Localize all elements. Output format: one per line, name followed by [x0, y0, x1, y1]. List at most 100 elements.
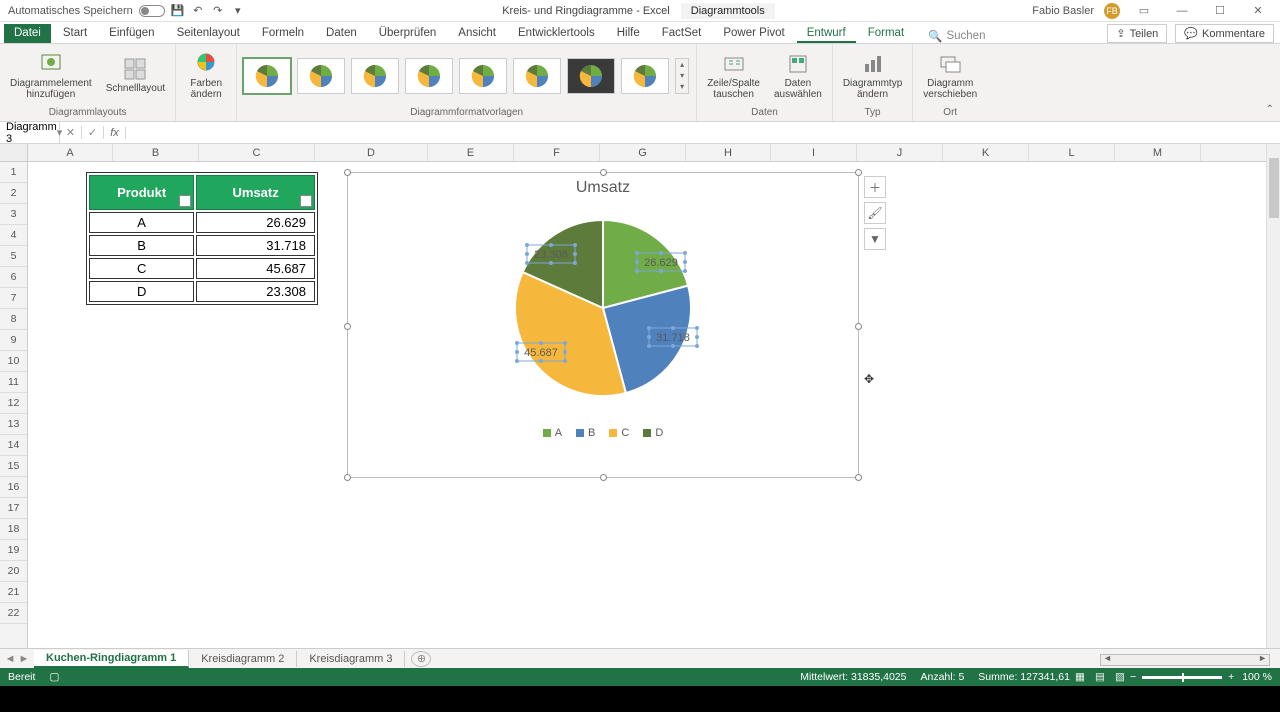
row-header[interactable]: 12 — [0, 393, 27, 414]
comments-button[interactable]: 💬 Kommentare — [1175, 24, 1274, 43]
resize-handle[interactable] — [344, 474, 351, 481]
chart-title[interactable]: Umsatz — [348, 173, 858, 197]
select-data-button[interactable]: Daten auswählen — [770, 50, 826, 102]
zoom-slider[interactable] — [1142, 676, 1222, 679]
row-header[interactable]: 22 — [0, 603, 27, 624]
resize-handle[interactable] — [344, 323, 351, 330]
chart-filter-button[interactable]: ▼ — [864, 228, 886, 250]
change-chart-type-button[interactable]: Diagrammtyp ändern — [839, 50, 906, 102]
data-label[interactable]: 45.687 — [524, 347, 558, 359]
column-header[interactable]: J — [857, 144, 943, 161]
row-header[interactable]: 18 — [0, 519, 27, 540]
sheet-tab[interactable]: Kreisdiagramm 2 — [189, 651, 297, 667]
name-box[interactable]: Diagramm 3▾ — [0, 121, 60, 145]
add-chart-element-button[interactable]: Diagrammelement hinzufügen — [6, 50, 96, 102]
sheet-tab[interactable]: Kuchen-Ringdiagramm 1 — [34, 650, 189, 668]
user-avatar[interactable]: FB — [1104, 3, 1120, 19]
chart-style-thumb[interactable] — [297, 58, 345, 94]
data-label[interactable]: 31.718 — [656, 332, 690, 344]
column-header[interactable]: C — [199, 144, 315, 161]
row-header[interactable]: 10 — [0, 351, 27, 372]
filter-icon[interactable]: ▾ — [179, 195, 191, 207]
chart-style-thumb[interactable] — [567, 58, 615, 94]
row-header[interactable]: 3 — [0, 204, 27, 225]
table-header-umsatz[interactable]: Umsatz ▾ — [196, 175, 315, 210]
chart-styles-button[interactable]: 🖌 — [864, 202, 886, 224]
chart-legend[interactable]: A B C D — [348, 427, 858, 439]
resize-handle[interactable] — [855, 323, 862, 330]
style-gallery-more[interactable]: ▴▾▾ — [675, 58, 689, 94]
column-header[interactable]: A — [28, 144, 113, 161]
autosave-toggle[interactable] — [139, 5, 165, 17]
column-header[interactable]: E — [428, 144, 514, 161]
row-header[interactable]: 19 — [0, 540, 27, 561]
row-header[interactable]: 1 — [0, 162, 27, 183]
resize-handle[interactable] — [600, 169, 607, 176]
normal-view-icon[interactable]: ▦ — [1070, 671, 1090, 683]
quick-layout-button[interactable]: Schnelllayout — [102, 55, 169, 96]
row-header[interactable]: 15 — [0, 456, 27, 477]
tab-entwicklertools[interactable]: Entwicklertools — [508, 24, 605, 43]
qat-dropdown-icon[interactable]: ▾ — [231, 4, 245, 18]
close-icon[interactable]: ✕ — [1244, 4, 1272, 17]
collapse-ribbon-icon[interactable]: ⌃ — [1266, 104, 1274, 115]
fx-icon[interactable]: fx — [104, 127, 126, 139]
resize-handle[interactable] — [344, 169, 351, 176]
enter-formula-icon[interactable]: ✓ — [82, 126, 104, 139]
column-header[interactable]: L — [1029, 144, 1115, 161]
data-label[interactable]: 23.308 — [534, 249, 568, 261]
row-header[interactable]: 16 — [0, 477, 27, 498]
tab-file[interactable]: Datei — [4, 24, 51, 43]
chart-style-thumb[interactable] — [351, 58, 399, 94]
column-header[interactable]: F — [514, 144, 600, 161]
filter-icon[interactable]: ▾ — [300, 195, 312, 207]
row-header[interactable]: 17 — [0, 498, 27, 519]
ribbon-display-icon[interactable]: ▭ — [1130, 4, 1158, 17]
column-header[interactable]: M — [1115, 144, 1201, 161]
resize-handle[interactable] — [855, 474, 862, 481]
tab-format[interactable]: Format — [858, 24, 914, 43]
cells-area[interactable]: Produkt ▾ Umsatz ▾ A26.629 B31.718 C45.6… — [28, 162, 1280, 648]
vertical-scrollbar[interactable] — [1266, 144, 1280, 648]
table-header-produkt[interactable]: Produkt ▾ — [89, 175, 194, 210]
tab-start[interactable]: Start — [53, 24, 97, 43]
chart-style-thumb[interactable] — [405, 58, 453, 94]
pie-chart[interactable]: 26.62931.71845.68723.308 — [423, 203, 783, 423]
zoom-in-icon[interactable]: + — [1228, 671, 1234, 683]
page-layout-view-icon[interactable]: ▤ — [1090, 671, 1110, 683]
chart-style-thumb[interactable] — [459, 58, 507, 94]
move-chart-button[interactable]: Diagramm verschieben — [919, 50, 981, 102]
row-header[interactable]: 11 — [0, 372, 27, 393]
cancel-formula-icon[interactable]: ✕ — [60, 126, 82, 139]
row-header[interactable]: 2 — [0, 183, 27, 204]
save-icon[interactable]: 💾 — [171, 4, 185, 18]
tab-einfuegen[interactable]: Einfügen — [99, 24, 164, 43]
tab-ueberpruefen[interactable]: Überprüfen — [369, 24, 447, 43]
row-header[interactable]: 8 — [0, 309, 27, 330]
chart-elements-button[interactable]: ＋ — [864, 176, 886, 198]
redo-icon[interactable]: ↷ — [211, 4, 225, 18]
resize-handle[interactable] — [855, 169, 862, 176]
row-header[interactable]: 5 — [0, 246, 27, 267]
chart-style-thumb[interactable] — [621, 58, 669, 94]
zoom-out-icon[interactable]: − — [1130, 671, 1136, 683]
sheet-tab[interactable]: Kreisdiagramm 3 — [297, 651, 405, 667]
row-header[interactable]: 20 — [0, 561, 27, 582]
tab-entwurf[interactable]: Entwurf — [797, 24, 856, 43]
tab-powerpivot[interactable]: Power Pivot — [713, 24, 794, 43]
maximize-icon[interactable]: ☐ — [1206, 4, 1234, 17]
tab-factset[interactable]: FactSet — [652, 24, 712, 43]
column-header[interactable]: G — [600, 144, 686, 161]
chart-object[interactable]: Umsatz 26.62931.71845.68723.308 A B C D — [347, 172, 859, 478]
tab-ansicht[interactable]: Ansicht — [448, 24, 506, 43]
select-all-corner[interactable] — [0, 144, 28, 161]
column-header[interactable]: H — [686, 144, 771, 161]
resize-handle[interactable] — [600, 474, 607, 481]
tab-daten[interactable]: Daten — [316, 24, 367, 43]
undo-icon[interactable]: ↶ — [191, 4, 205, 18]
record-macro-icon[interactable]: ▢ — [49, 671, 59, 683]
row-header[interactable]: 4 — [0, 225, 27, 246]
column-header[interactable]: B — [113, 144, 199, 161]
horizontal-scrollbar[interactable] — [1100, 654, 1270, 666]
column-header[interactable]: D — [315, 144, 428, 161]
